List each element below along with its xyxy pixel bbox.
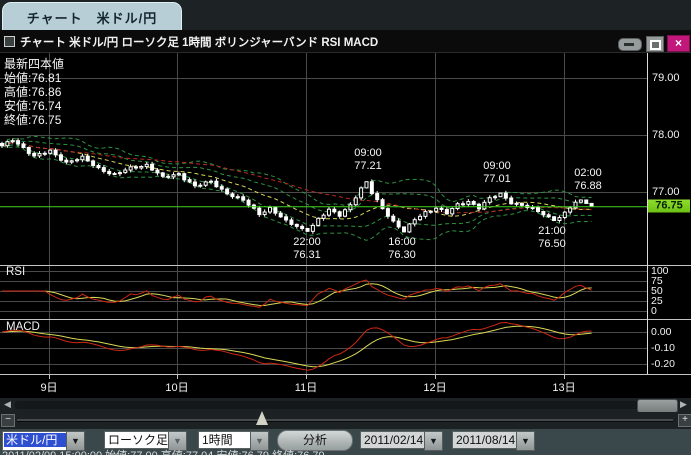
scroll-right-button[interactable]: ▶: [677, 398, 690, 411]
annotation-time: 22:00: [293, 236, 321, 249]
quote-line: 始値:76.81: [4, 71, 64, 85]
chart-window: チャート 米ドル/円 チャート 米ドル/円 ローソク足 1時間 ボリンジャーバン…: [0, 0, 691, 455]
price-tick-label: 78.00: [652, 129, 680, 141]
maximize-button[interactable]: [646, 36, 664, 52]
scrollbar-thumb[interactable]: [637, 399, 678, 413]
zoom-slider-row: − +: [0, 412, 691, 429]
date-tick-label: 9日: [40, 379, 57, 395]
annotation-time: 16:00: [388, 236, 416, 249]
scrollbar-track[interactable]: [15, 401, 675, 409]
macd-tick-label: -0.20: [651, 358, 675, 370]
quote-panel: 最新四本値始値:76.81高値:76.86安値:76.74終値:76.75: [4, 57, 64, 127]
annotation-price: 76.30: [388, 249, 416, 262]
window-menu-icon[interactable]: [4, 36, 15, 47]
currency-pair-value: 米ドル/円: [4, 433, 66, 447]
horizontal-scrollbar: ◀ ▶: [0, 398, 691, 412]
chart-annotation: 16:0076.30: [388, 236, 416, 261]
rsi-panel-label: RSI: [6, 266, 25, 278]
status-bar: 2011/02/09 15:00:00 始値:77.00 高値:77.04 安値…: [2, 447, 691, 455]
price-tick-label: 77.00: [652, 186, 680, 198]
date-tick-label: 13日: [552, 379, 575, 395]
quote-line: 安値:76.74: [4, 99, 64, 113]
quote-line: 最新四本値: [4, 57, 64, 71]
close-button[interactable]: ×: [667, 35, 690, 52]
annotation-price: 76.31: [293, 249, 321, 262]
rsi-tick-label: 0: [651, 305, 657, 317]
date-tick-label: 10日: [165, 379, 188, 395]
window-title: チャート 米ドル/円 ローソク足 1時間 ボリンジャーバンド RSI MACD: [20, 34, 378, 50]
tab-label: チャート 米ドル/円: [27, 8, 157, 27]
price-chart-canvas[interactable]: [0, 0, 691, 398]
minimize-button[interactable]: [618, 38, 642, 51]
macd-tick-label: 0.00: [651, 326, 671, 338]
annotation-time: 02:00: [574, 167, 602, 180]
annotation-price: 77.21: [354, 160, 382, 173]
tab-bar: チャート 米ドル/円: [0, 0, 691, 30]
zoom-slider-thumb[interactable]: [256, 411, 268, 425]
quote-line: 高値:76.86: [4, 85, 64, 99]
price-tick-label: 79.00: [652, 72, 680, 84]
annotation-time: 09:00: [483, 160, 511, 173]
title-bar: チャート 米ドル/円 ローソク足 1時間 ボリンジャーバンド RSI MACD …: [0, 30, 691, 53]
annotation-price: 76.50: [538, 238, 566, 251]
annotation-price: 76.88: [574, 180, 602, 193]
chart-annotation: 02:0076.88: [574, 167, 602, 192]
chart-annotation: 09:0077.01: [483, 160, 511, 185]
quote-line: 終値:76.75: [4, 113, 64, 127]
chart-annotation: 21:0076.50: [538, 225, 566, 250]
zoom-slider-track[interactable]: [17, 419, 673, 422]
chart-annotation: 22:0076.31: [293, 236, 321, 261]
scroll-left-button[interactable]: ◀: [1, 398, 14, 411]
date-tick-label: 12日: [423, 379, 446, 395]
chart-annotation: 09:0077.21: [354, 147, 382, 172]
annotation-price: 77.01: [483, 173, 511, 186]
annotation-time: 09:00: [354, 147, 382, 160]
annotation-time: 21:00: [538, 225, 566, 238]
zoom-out-button[interactable]: −: [1, 414, 15, 427]
tab-chart-usdjpy[interactable]: チャート 米ドル/円: [2, 2, 182, 31]
minimize-icon: [624, 43, 634, 46]
maximize-icon: [650, 40, 661, 50]
current-price-label: 76.75: [648, 200, 690, 213]
date-tick-label: 11日: [295, 379, 317, 395]
macd-panel-label: MACD: [6, 321, 40, 333]
macd-tick-label: -0.10: [651, 342, 675, 354]
zoom-in-button[interactable]: +: [678, 414, 691, 427]
